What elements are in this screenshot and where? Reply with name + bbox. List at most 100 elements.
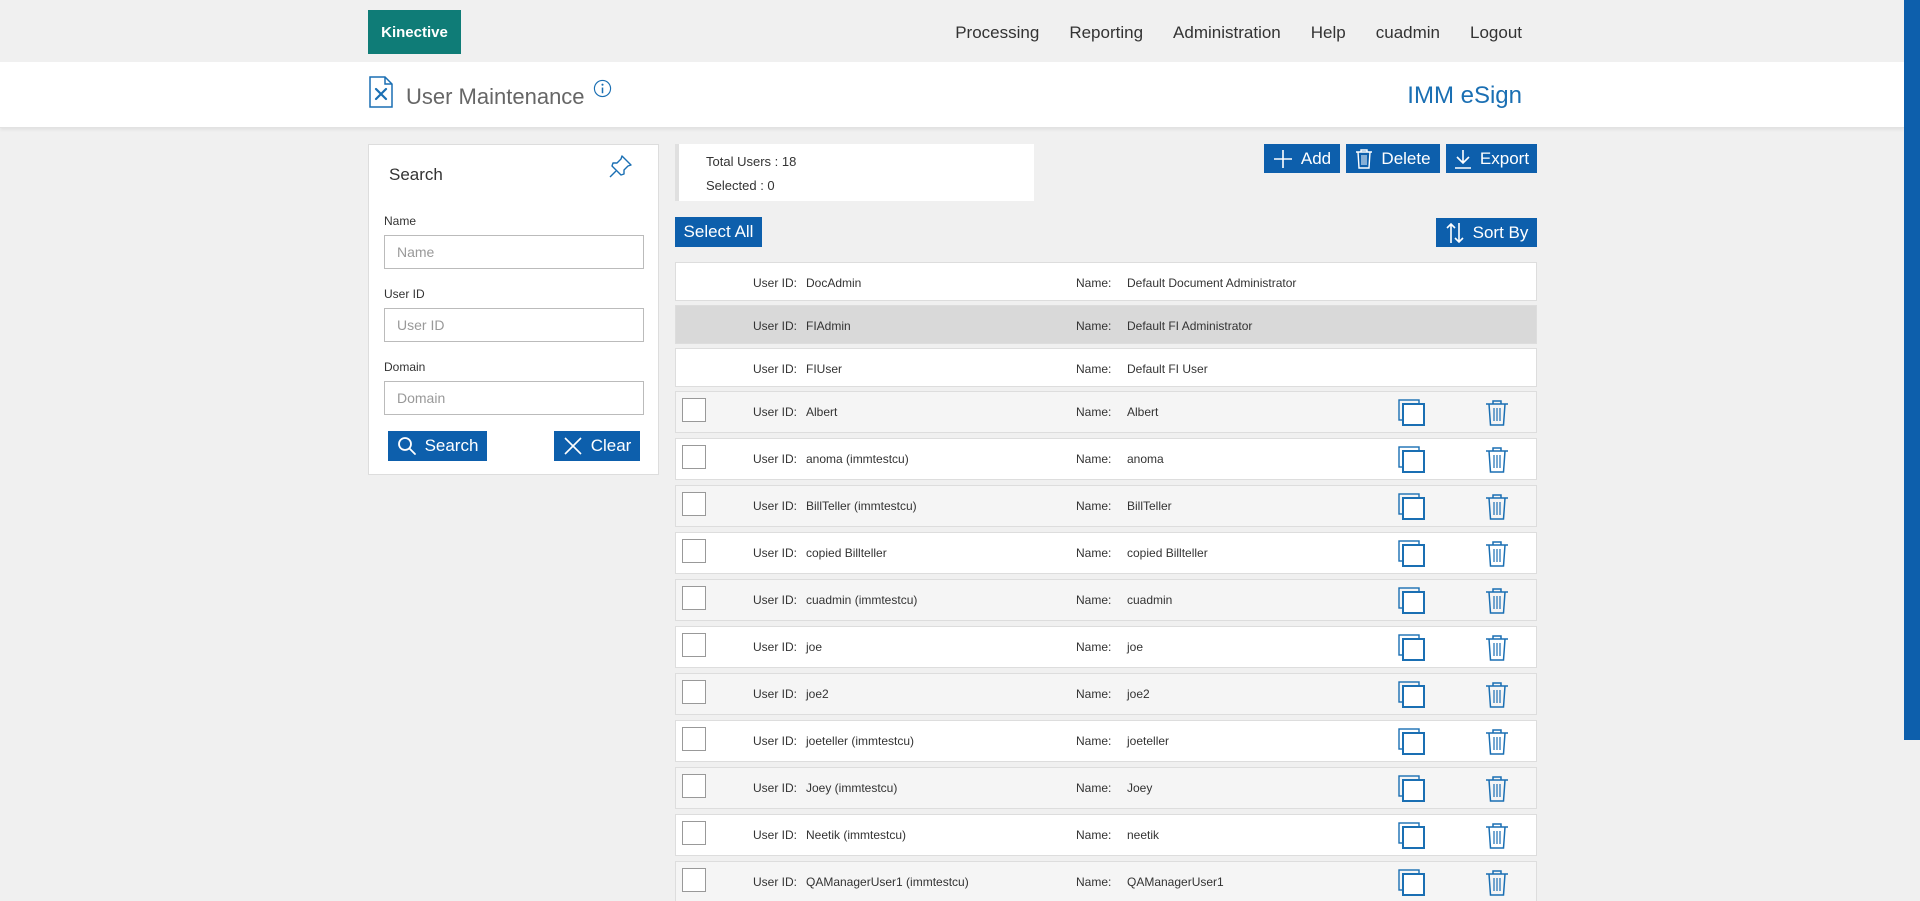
user-id-label: User ID:	[753, 362, 798, 376]
nav-administration[interactable]: Administration	[1173, 23, 1281, 43]
kinective-logo[interactable]: Kinective	[368, 10, 461, 54]
trash-icon[interactable]	[1485, 540, 1509, 568]
top-bar: Kinective Processing Reporting Administr…	[0, 0, 1904, 61]
user-id-value: joe	[806, 640, 823, 654]
copy-icon[interactable]	[1398, 587, 1426, 615]
search-icon	[397, 437, 416, 455]
name-value: cuadmin	[1127, 593, 1173, 607]
nav-processing[interactable]: Processing	[955, 23, 1039, 43]
row-checkbox[interactable]	[682, 774, 706, 798]
info-icon[interactable]	[593, 79, 612, 98]
user-row[interactable]: User ID: anoma (immtestcu) Name: anoma	[675, 438, 1537, 480]
user-row[interactable]: User ID: joe2 Name: joe2	[675, 673, 1537, 715]
copy-icon[interactable]	[1398, 822, 1426, 850]
name-value: Default Document Administrator	[1127, 276, 1297, 290]
user-row[interactable]: User ID: FIAdmin Name: Default FI Admini…	[675, 305, 1537, 344]
name-value: joe2	[1127, 687, 1150, 701]
user-row[interactable]: User ID: Joey (immtestcu) Name: Joey	[675, 767, 1537, 809]
row-checkbox[interactable]	[682, 586, 706, 610]
userid-input[interactable]	[384, 308, 644, 342]
user-row[interactable]: User ID: BillTeller (immtestcu) Name: Bi…	[675, 485, 1537, 527]
trash-icon[interactable]	[1485, 634, 1509, 662]
row-checkbox[interactable]	[682, 821, 706, 845]
name-value: copied Billteller	[1127, 546, 1208, 560]
row-checkbox[interactable]	[682, 492, 706, 516]
copy-icon[interactable]	[1398, 493, 1426, 521]
plus-icon	[1273, 149, 1292, 168]
row-checkbox[interactable]	[682, 868, 706, 892]
title-bar: User Maintenance IMM eSign	[0, 62, 1904, 128]
name-value: anoma	[1127, 452, 1164, 466]
user-id-label: User ID:	[753, 687, 798, 701]
trash-icon[interactable]	[1485, 446, 1509, 474]
trash-icon[interactable]	[1485, 822, 1509, 850]
name-value: joe	[1127, 640, 1144, 654]
user-row[interactable]: User ID: Albert Name: Albert	[675, 391, 1537, 433]
clear-button[interactable]: Clear	[554, 431, 640, 461]
row-checkbox[interactable]	[682, 398, 706, 422]
total-users: Total Users : 18	[706, 154, 797, 169]
user-row[interactable]: User ID: cuadmin (immtestcu) Name: cuadm…	[675, 579, 1537, 621]
search-button[interactable]: Search	[388, 431, 487, 461]
page-scrollbar[interactable]	[1904, 0, 1920, 740]
trash-icon[interactable]	[1485, 399, 1509, 427]
copy-icon[interactable]	[1398, 869, 1426, 897]
sort-by-label: Sort By	[1472, 222, 1529, 242]
user-row[interactable]: User ID: DocAdmin Name: Default Document…	[675, 262, 1537, 301]
export-button[interactable]: Export	[1446, 144, 1537, 173]
row-checkbox[interactable]	[682, 633, 706, 657]
user-row[interactable]: User ID: copied Billteller Name: copied …	[675, 532, 1537, 574]
user-id-value: QAManagerUser1 (immtestcu)	[806, 875, 969, 889]
copy-icon[interactable]	[1398, 446, 1426, 474]
user-id-value: BillTeller (immtestcu)	[806, 499, 917, 513]
search-panel: Search Name User ID Domain Search Clear	[368, 144, 659, 475]
user-row[interactable]: User ID: joe Name: joe	[675, 626, 1537, 668]
user-id-label: User ID:	[753, 828, 798, 842]
user-id-value: DocAdmin	[806, 276, 862, 290]
row-checkbox[interactable]	[682, 680, 706, 704]
trash-icon[interactable]	[1485, 869, 1509, 897]
trash-icon[interactable]	[1485, 493, 1509, 521]
copy-icon[interactable]	[1398, 775, 1426, 803]
copy-icon[interactable]	[1398, 681, 1426, 709]
trash-icon[interactable]	[1485, 728, 1509, 756]
name-value: Default FI Administrator	[1127, 319, 1253, 333]
select-all-button[interactable]: Select All	[675, 217, 762, 247]
domain-input[interactable]	[384, 381, 644, 415]
user-row[interactable]: User ID: QAManagerUser1 (immtestcu) Name…	[675, 861, 1537, 901]
name-label: Name:	[1076, 593, 1112, 607]
main-nav: Processing Reporting Administration Help…	[955, 0, 1522, 66]
copy-icon[interactable]	[1398, 728, 1426, 756]
name-input[interactable]	[384, 235, 644, 269]
name-label: Name	[384, 214, 417, 228]
trash-icon[interactable]	[1485, 681, 1509, 709]
clear-button-label: Clear	[590, 436, 632, 455]
user-id-value: anoma (immtestcu)	[806, 452, 909, 466]
nav-reporting[interactable]: Reporting	[1069, 23, 1143, 43]
user-id-label: User ID:	[753, 593, 798, 607]
trash-icon[interactable]	[1485, 587, 1509, 615]
copy-icon[interactable]	[1398, 399, 1426, 427]
user-row[interactable]: User ID: FIUser Name: Default FI User	[675, 348, 1537, 387]
add-button[interactable]: Add	[1264, 144, 1340, 173]
row-checkbox[interactable]	[682, 727, 706, 751]
trash-icon[interactable]	[1485, 775, 1509, 803]
user-id-value: Neetik (immtestcu)	[806, 828, 907, 842]
name-label: Name:	[1076, 319, 1112, 333]
userid-label: User ID	[384, 287, 425, 301]
user-row[interactable]: User ID: Neetik (immtestcu) Name: neetik	[675, 814, 1537, 856]
user-id-value: FIAdmin	[806, 319, 851, 333]
row-checkbox[interactable]	[682, 445, 706, 469]
sort-by-button[interactable]: Sort By	[1436, 218, 1537, 247]
nav-user[interactable]: cuadmin	[1376, 23, 1440, 43]
name-value: Joey	[1127, 781, 1153, 795]
user-row[interactable]: User ID: joeteller (immtestcu) Name: joe…	[675, 720, 1537, 762]
nav-help[interactable]: Help	[1311, 23, 1346, 43]
copy-icon[interactable]	[1398, 634, 1426, 662]
name-label: Name:	[1076, 640, 1112, 654]
copy-icon[interactable]	[1398, 540, 1426, 568]
delete-button[interactable]: Delete	[1346, 144, 1440, 173]
pin-icon[interactable]	[608, 153, 634, 179]
row-checkbox[interactable]	[682, 539, 706, 563]
nav-logout[interactable]: Logout	[1470, 23, 1522, 43]
